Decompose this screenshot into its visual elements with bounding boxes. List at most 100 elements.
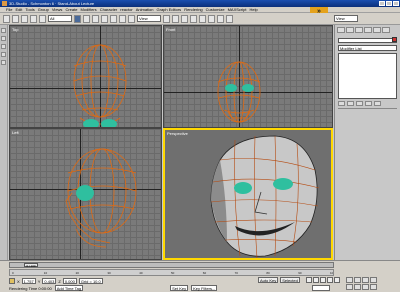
maximize-button[interactable] <box>386 1 392 6</box>
window-crossing-icon[interactable] <box>101 14 108 23</box>
scale-icon[interactable] <box>128 14 135 23</box>
arc-rotate-icon[interactable] <box>362 284 369 290</box>
modify-tab-icon[interactable] <box>346 27 354 33</box>
unlink-icon[interactable] <box>30 14 37 23</box>
snap-icon[interactable] <box>1 28 6 33</box>
zoom-extents-all-icon[interactable] <box>370 277 377 283</box>
link-icon[interactable] <box>21 14 28 23</box>
spinner-snap-icon[interactable] <box>1 52 6 57</box>
redo-icon[interactable] <box>12 14 19 23</box>
align-icon[interactable] <box>181 14 188 23</box>
eye-right <box>242 84 254 92</box>
utilities-tab-icon[interactable] <box>382 27 390 33</box>
reference-coordinate-dropdown[interactable]: View <box>137 15 161 22</box>
select-by-name-icon[interactable] <box>83 14 90 23</box>
auto-key-button[interactable]: Auto Key <box>258 277 279 283</box>
edit-named-selections-icon[interactable] <box>1 60 6 65</box>
z-coordinate-field[interactable]: 0.000 <box>62 278 77 284</box>
curve-editor-icon[interactable] <box>199 14 206 23</box>
angle-snap-icon[interactable] <box>1 36 6 41</box>
bind-space-warp-icon[interactable] <box>39 14 46 23</box>
x-coordinate-field[interactable]: 1.757 <box>21 278 36 284</box>
percent-snap-icon[interactable] <box>1 44 6 49</box>
move-icon[interactable] <box>110 14 117 23</box>
key-filters-button[interactable]: Key Filters... <box>191 285 218 291</box>
undo-icon[interactable] <box>3 14 10 23</box>
menu-item-create[interactable]: Create <box>65 7 77 12</box>
maximize-viewport-icon[interactable] <box>370 284 377 290</box>
configure-sets-icon[interactable] <box>374 101 381 106</box>
menu-item-file[interactable]: File <box>6 7 12 12</box>
rollout-divider <box>338 108 397 111</box>
go-to-start-icon[interactable] <box>306 277 312 283</box>
y-coordinate-field[interactable]: 0.403 <box>42 278 57 284</box>
make-unique-icon[interactable] <box>356 101 363 106</box>
track-tick-label: 90 <box>298 271 302 275</box>
mirror-icon[interactable] <box>172 14 179 23</box>
menu-item-views[interactable]: Views <box>52 7 63 12</box>
key-mode-dropdown[interactable]: Selected <box>280 277 300 283</box>
time-slider[interactable]: 0 / 100 <box>9 262 334 268</box>
show-end-result-icon[interactable] <box>347 101 354 106</box>
pin-stack-icon[interactable] <box>338 101 345 106</box>
field-of-view-icon[interactable] <box>346 284 353 290</box>
modifier-list-dropdown[interactable]: Modifier List <box>338 45 397 51</box>
select-object-icon[interactable] <box>74 14 81 23</box>
selection-lock-icon[interactable] <box>9 278 15 284</box>
track-tick-label: 100 <box>330 271 334 275</box>
pan-icon[interactable] <box>354 284 361 290</box>
transform-type-in: X 1.757 Y 0.403 Z 0.000 Grid = 10.0 <box>9 278 103 284</box>
object-name-input[interactable] <box>338 38 397 43</box>
menu-item-rendering[interactable]: Rendering <box>184 7 202 12</box>
zoom-all-icon[interactable] <box>354 277 361 283</box>
pivot-center-icon[interactable] <box>163 14 170 23</box>
material-editor-icon[interactable] <box>217 14 224 23</box>
current-frame-field[interactable] <box>312 285 330 291</box>
go-to-end-icon[interactable] <box>334 277 340 283</box>
layer-manager-icon[interactable] <box>190 14 197 23</box>
menu-item-character[interactable]: Character <box>100 7 118 12</box>
modifier-stack[interactable] <box>338 53 397 99</box>
create-tab-icon[interactable] <box>337 27 345 33</box>
viewport-top[interactable]: Top <box>9 25 162 128</box>
menu-item-reactor[interactable]: reactor <box>120 7 132 12</box>
motion-tab-icon[interactable] <box>364 27 372 33</box>
selection-filter-dropdown[interactable]: All <box>48 15 72 22</box>
menu-item-customize[interactable]: Customize <box>206 7 225 12</box>
menu-item-animation[interactable]: Animation <box>136 7 154 12</box>
remove-modifier-icon[interactable] <box>365 101 372 106</box>
named-selection-dropdown[interactable]: View <box>334 15 358 22</box>
zoom-icon[interactable] <box>346 277 353 283</box>
menu-item-modifiers[interactable]: Modifiers <box>80 7 96 12</box>
rectangular-selection-icon[interactable] <box>92 14 99 23</box>
menu-item-graph-editors[interactable]: Graph Editors <box>157 7 182 12</box>
track-tick-label: 60 <box>202 271 207 275</box>
viewport-perspective[interactable]: Perspective <box>163 128 333 260</box>
menu-item-tools[interactable]: Tools <box>25 7 34 12</box>
viewport-front[interactable]: Front <box>163 25 333 128</box>
play-icon[interactable] <box>320 277 326 283</box>
add-time-tag-button[interactable]: Add Time Tag <box>54 285 84 291</box>
render-scene-icon[interactable] <box>226 14 233 23</box>
grid-size-display: Grid = 10.0 <box>78 278 103 284</box>
eye-left <box>234 182 252 194</box>
menu-item-help[interactable]: Help <box>249 7 257 12</box>
close-button[interactable] <box>393 1 399 6</box>
hierarchy-tab-icon[interactable] <box>355 27 363 33</box>
viewport-left[interactable]: Left <box>9 128 162 260</box>
menu-item-maxscript[interactable]: MAXScript <box>228 7 247 12</box>
zoom-extents-icon[interactable] <box>362 277 369 283</box>
set-key-button[interactable]: Set Key <box>170 285 189 291</box>
previous-frame-icon[interactable] <box>313 277 319 283</box>
display-tab-icon[interactable] <box>373 27 381 33</box>
minimize-button[interactable] <box>379 1 385 6</box>
object-color-swatch[interactable] <box>392 37 397 42</box>
menu-item-edit[interactable]: Edit <box>15 7 22 12</box>
main-toolbar: All View View <box>0 13 400 25</box>
track-bar[interactable]: 0 10 20 30 40 50 60 70 80 90 100 <box>9 269 334 276</box>
schematic-view-icon[interactable] <box>208 14 215 23</box>
rotate-icon[interactable] <box>119 14 126 23</box>
menu-item-group[interactable]: Group <box>38 7 49 12</box>
next-frame-icon[interactable] <box>327 277 333 283</box>
time-slider-thumb[interactable]: 0 / 100 <box>24 263 38 268</box>
